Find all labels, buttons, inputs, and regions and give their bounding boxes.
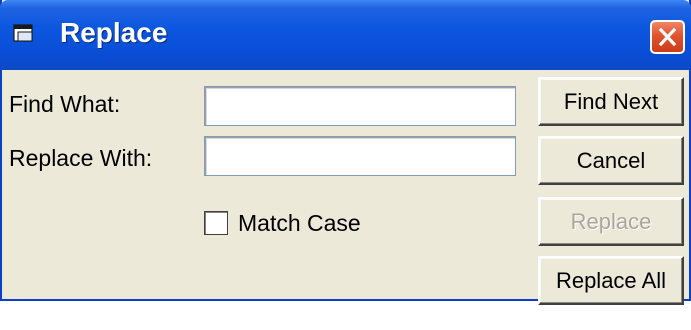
replace-button[interactable]: Replace bbox=[538, 197, 684, 246]
close-icon bbox=[658, 27, 677, 47]
find-what-input[interactable] bbox=[204, 86, 516, 126]
find-next-button[interactable]: Find Next bbox=[538, 77, 684, 126]
find-what-label: Find What: bbox=[9, 91, 121, 117]
title-bar[interactable]: Replace bbox=[0, 0, 691, 70]
match-case-checkbox[interactable] bbox=[204, 211, 228, 235]
close-button[interactable] bbox=[650, 20, 685, 54]
cancel-button[interactable]: Cancel bbox=[538, 136, 684, 185]
replace-all-button[interactable]: Replace All bbox=[538, 256, 684, 305]
replace-with-label: Replace With: bbox=[9, 145, 153, 171]
window-app-icon bbox=[13, 24, 33, 42]
replace-dialog: Replace Find What: Replace With: Match C… bbox=[0, 0, 691, 305]
replace-with-input[interactable] bbox=[204, 136, 516, 176]
window-title: Replace bbox=[60, 17, 168, 48]
match-case-label[interactable]: Match Case bbox=[238, 210, 361, 237]
